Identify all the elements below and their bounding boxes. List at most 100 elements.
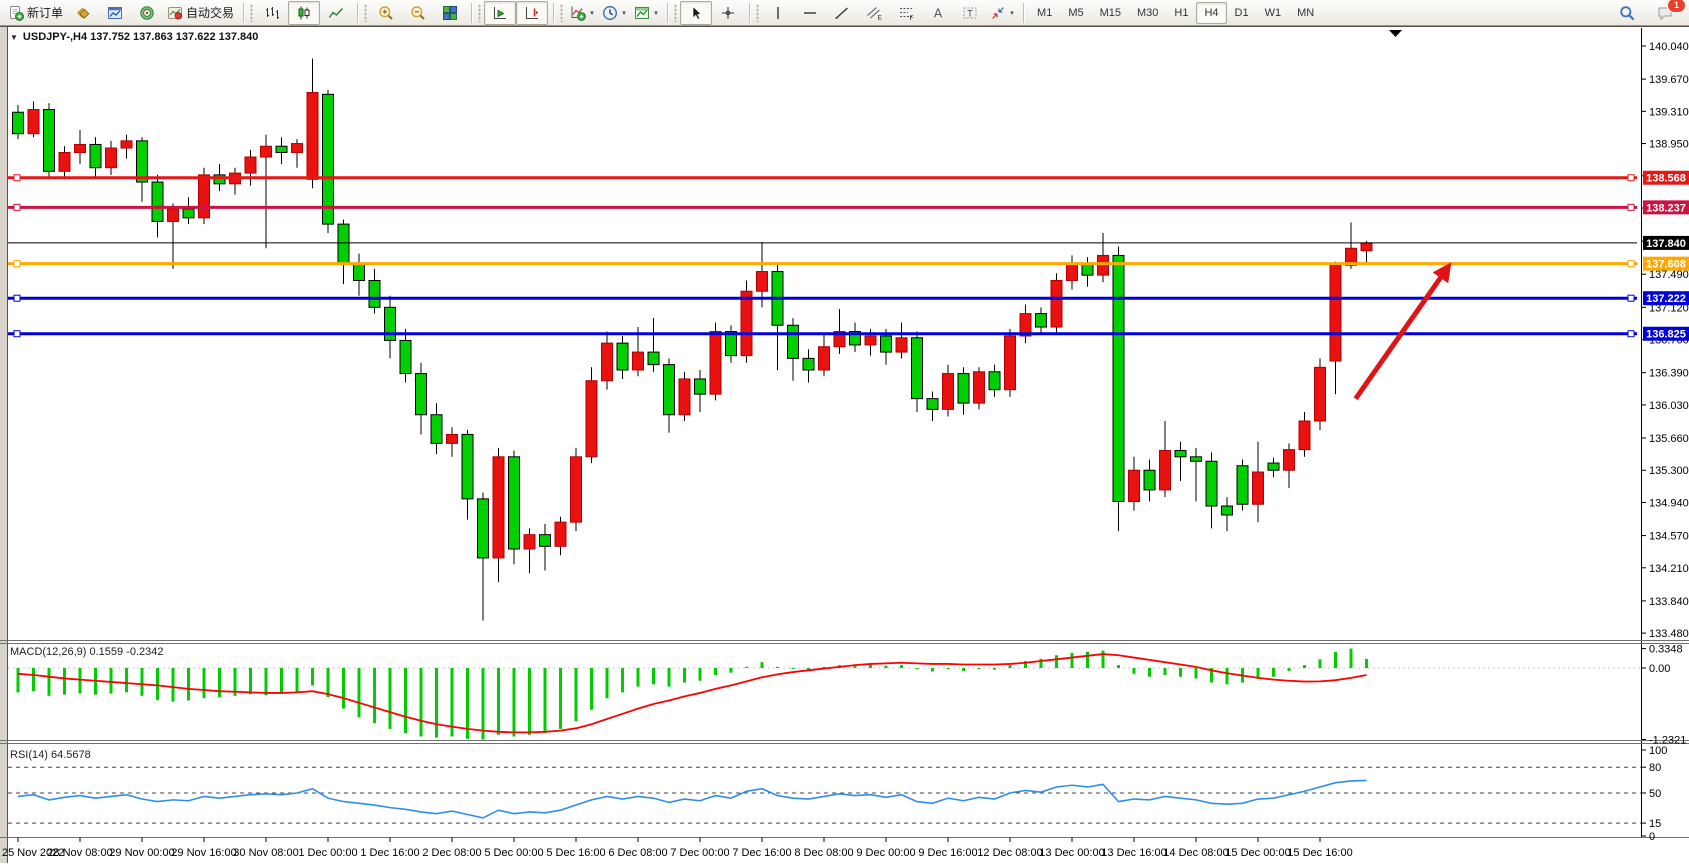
new-order-button[interactable]: 新订单 bbox=[4, 1, 67, 25]
timeframe-w1-button[interactable]: W1 bbox=[1257, 2, 1290, 24]
svg-text:7 Dec 00:00: 7 Dec 00:00 bbox=[670, 847, 729, 859]
line-handle[interactable] bbox=[1628, 331, 1634, 337]
candle bbox=[509, 457, 520, 549]
templates-button[interactable]: ▾ bbox=[630, 1, 662, 25]
zoom-out-icon bbox=[410, 5, 426, 21]
candle bbox=[1191, 457, 1202, 461]
line-chart-button[interactable] bbox=[320, 1, 352, 25]
cursor-button[interactable] bbox=[680, 1, 712, 25]
candle bbox=[369, 280, 380, 307]
zoom-out-button[interactable] bbox=[402, 1, 434, 25]
candle bbox=[1144, 470, 1155, 490]
market-window-button[interactable] bbox=[99, 1, 131, 25]
crosshair-icon bbox=[720, 5, 736, 21]
svg-text:136.030: 136.030 bbox=[1649, 400, 1689, 412]
candle bbox=[478, 499, 489, 558]
candle bbox=[540, 535, 551, 547]
indicator-list-button[interactable] bbox=[67, 1, 99, 25]
svg-text:0: 0 bbox=[1649, 831, 1655, 843]
candle bbox=[1098, 255, 1109, 275]
line-handle[interactable] bbox=[1628, 204, 1634, 210]
zoom-in-button[interactable] bbox=[370, 1, 402, 25]
svg-text:136.825: 136.825 bbox=[1646, 329, 1686, 341]
bar-chart-button[interactable] bbox=[256, 1, 288, 25]
chart-canvas[interactable]: 140.040139.670139.310138.950138.590138.2… bbox=[0, 26, 1689, 863]
timeframe-m30-button[interactable]: M30 bbox=[1129, 2, 1166, 24]
chart-window[interactable]: ▼ USDJPY-,H4 137.752 137.863 137.622 137… bbox=[0, 26, 1689, 863]
text-button[interactable]: A bbox=[922, 1, 954, 25]
svg-text:135.660: 135.660 bbox=[1649, 433, 1689, 445]
candle bbox=[121, 141, 132, 148]
svg-text:134.940: 134.940 bbox=[1649, 497, 1689, 509]
chevron-down-icon[interactable]: ▾ bbox=[590, 9, 594, 17]
line-handle[interactable] bbox=[14, 295, 20, 301]
toolbar-grip bbox=[674, 4, 677, 22]
svg-text:0.3348: 0.3348 bbox=[1649, 644, 1683, 656]
timeframe-d1-button[interactable]: D1 bbox=[1227, 2, 1257, 24]
indicators-icon bbox=[570, 5, 586, 21]
candle bbox=[602, 343, 613, 381]
timeframe-m15-button[interactable]: M15 bbox=[1092, 2, 1129, 24]
candle bbox=[633, 352, 644, 370]
chevron-down-icon[interactable]: ▾ bbox=[654, 9, 658, 17]
candle bbox=[1268, 463, 1279, 470]
arrows-button[interactable]: ▾ bbox=[986, 1, 1018, 25]
periods-button[interactable]: ▾ bbox=[598, 1, 630, 25]
line-handle[interactable] bbox=[14, 331, 20, 337]
line-handle[interactable] bbox=[1628, 261, 1634, 267]
toolbar-separator bbox=[357, 3, 359, 23]
candle bbox=[741, 291, 752, 355]
svg-text:29 Nov 16:00: 29 Nov 16:00 bbox=[171, 847, 236, 859]
candle bbox=[927, 399, 938, 410]
svg-text:F: F bbox=[910, 15, 914, 21]
horizontal-line-button[interactable] bbox=[794, 1, 826, 25]
toolbar-separator bbox=[243, 3, 245, 23]
search-icon bbox=[1619, 5, 1635, 21]
svg-text:134.570: 134.570 bbox=[1649, 531, 1689, 543]
rsi-indicator-label: RSI(14) 64.5678 bbox=[10, 749, 91, 761]
svg-text:15 Dec 00:00: 15 Dec 00:00 bbox=[1225, 847, 1290, 859]
candle bbox=[679, 379, 690, 415]
vertical-line-button[interactable] bbox=[762, 1, 794, 25]
fibonacci-button[interactable]: F bbox=[890, 1, 922, 25]
candle bbox=[881, 336, 892, 352]
timeframe-m5-button[interactable]: M5 bbox=[1060, 2, 1091, 24]
candle bbox=[75, 144, 86, 152]
zoom-in-icon bbox=[378, 5, 394, 21]
line-handle[interactable] bbox=[14, 261, 20, 267]
indicators-button[interactable]: ▾ bbox=[566, 1, 598, 25]
search-button[interactable] bbox=[1611, 1, 1643, 25]
autotrading-button[interactable]: 自动交易 bbox=[163, 1, 238, 25]
candlestick-button[interactable] bbox=[288, 1, 320, 25]
timeframe-mn-button[interactable]: MN bbox=[1289, 2, 1322, 24]
line-handle[interactable] bbox=[1628, 295, 1634, 301]
line-handle[interactable] bbox=[1628, 175, 1634, 181]
line-handle[interactable] bbox=[14, 175, 20, 181]
chart-title: ▼ USDJPY-,H4 137.752 137.863 137.622 137… bbox=[10, 31, 258, 43]
auto-scroll-button[interactable] bbox=[484, 1, 516, 25]
chevron-down-icon[interactable]: ▾ bbox=[1010, 9, 1014, 17]
signals-button[interactable] bbox=[131, 1, 163, 25]
chart-menu-icon[interactable]: ▼ bbox=[10, 33, 18, 42]
notifications-button[interactable]: 1 bbox=[1649, 1, 1681, 25]
candle bbox=[524, 535, 535, 549]
fibonacci-icon: F bbox=[898, 5, 914, 21]
candle bbox=[710, 332, 721, 395]
chart-shift-button[interactable] bbox=[516, 1, 548, 25]
svg-text:30 Nov 08:00: 30 Nov 08:00 bbox=[233, 847, 298, 859]
text-label-button[interactable]: T bbox=[954, 1, 986, 25]
timeframe-m1-button[interactable]: M1 bbox=[1029, 2, 1060, 24]
channel-button[interactable]: E bbox=[858, 1, 890, 25]
timeframe-h1-button[interactable]: H1 bbox=[1166, 2, 1196, 24]
svg-text:137.222: 137.222 bbox=[1646, 293, 1686, 305]
crosshair-button[interactable] bbox=[712, 1, 744, 25]
text-a-icon: A bbox=[930, 5, 946, 21]
trendline-button[interactable] bbox=[826, 1, 858, 25]
tile-windows-button[interactable] bbox=[434, 1, 466, 25]
chevron-down-icon[interactable]: ▾ bbox=[622, 9, 626, 17]
candle bbox=[1160, 451, 1171, 490]
line-handle[interactable] bbox=[14, 204, 20, 210]
toolbar-separator bbox=[553, 3, 555, 23]
timeframe-h4-button[interactable]: H4 bbox=[1196, 2, 1226, 24]
svg-text:133.840: 133.840 bbox=[1649, 596, 1689, 608]
